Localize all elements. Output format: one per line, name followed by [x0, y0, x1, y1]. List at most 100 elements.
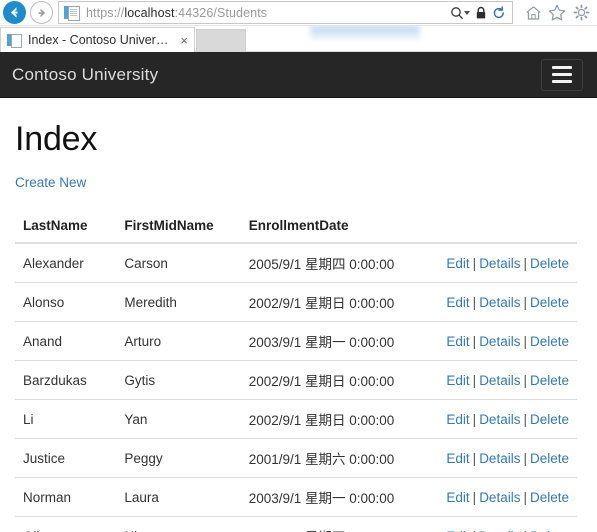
delete-link[interactable]: Delete [530, 490, 569, 505]
url-scheme: https:// [86, 5, 125, 20]
cell-actions: Edit|Details|Delete [438, 399, 577, 439]
delete-link[interactable]: Delete [530, 256, 569, 271]
delete-link[interactable]: Delete [530, 295, 569, 310]
column-header-firstmidname[interactable]: FirstMidName [116, 212, 241, 244]
cell-last: Olivetto [15, 516, 117, 532]
hamburger-icon-bar [552, 66, 572, 69]
cell-date: 2002/9/1 星期日 0:00:00 [240, 399, 439, 439]
edit-link[interactable]: Edit [446, 529, 469, 532]
details-link[interactable]: Details [479, 373, 520, 388]
cell-last: Alexander [15, 243, 117, 283]
tab-strip: Index - Contoso University × [0, 26, 597, 52]
cell-date: 2003/9/1 星期一 0:00:00 [240, 321, 439, 361]
hamburger-icon-bar [552, 73, 572, 76]
favorites-button[interactable] [545, 2, 569, 24]
edit-link[interactable]: Edit [446, 490, 469, 505]
details-link[interactable]: Details [479, 529, 520, 532]
url-path: :44326/Students [174, 5, 268, 20]
details-link[interactable]: Details [479, 412, 520, 427]
details-link[interactable]: Details [479, 334, 520, 349]
refresh-icon [493, 5, 504, 18]
action-separator: | [520, 529, 530, 532]
home-icon [525, 5, 541, 20]
security-lock-button[interactable] [472, 3, 490, 22]
lock-icon [476, 6, 486, 18]
browser-window: https://localhost:44326/Students Index -… [0, 0, 597, 532]
action-separator: | [523, 255, 527, 271]
site-navbar: Contoso University [0, 52, 597, 98]
delete-link[interactable]: Delete [530, 451, 569, 466]
cell-first: Nino [116, 516, 241, 532]
back-button[interactable] [3, 1, 26, 24]
action-separator: | [472, 294, 477, 310]
delete-link[interactable]: Delete [530, 334, 569, 349]
column-header-lastname[interactable]: LastName [15, 212, 117, 244]
edit-link[interactable]: Edit [446, 451, 469, 466]
action-separator: | [523, 489, 527, 505]
home-button[interactable] [521, 2, 545, 24]
gear-icon [572, 4, 590, 21]
delete-link[interactable]: Delete [530, 412, 569, 427]
browser-toolbar: https://localhost:44326/Students [0, 0, 597, 26]
delete-link[interactable]: Delete [530, 373, 569, 388]
star-icon [548, 4, 566, 21]
cell-last: Norman [15, 477, 117, 517]
navbar-menu-toggle[interactable] [541, 58, 583, 91]
delete-link[interactable]: Delete [530, 529, 569, 532]
table-header: LastName FirstMidName EnrollmentDate [15, 212, 577, 244]
cell-actions: Edit|Details|Delete [438, 360, 577, 400]
page-container: Index Create New LastName FirstMidName E… [0, 120, 597, 532]
action-separator: | [523, 372, 527, 388]
action-separator: | [523, 411, 527, 427]
details-link[interactable]: Details [479, 256, 520, 271]
address-bar[interactable]: https://localhost:44326/Students [58, 1, 513, 24]
table-header-row: LastName FirstMidName EnrollmentDate [15, 212, 577, 244]
table-body: Alexander Carson 2005/9/1 星期四 0:00:00 Edit |… [15, 243, 577, 532]
edit-link[interactable]: Edit [446, 256, 469, 271]
tab-title: Index - Contoso University [28, 33, 174, 47]
hamburger-icon-bar [552, 80, 572, 83]
table-row: Li Yan 2002/9/1 星期日 0:00:00 Edit | Details | De… [15, 399, 577, 439]
table-row: OlivettoNino2005/9/1 星期四 0:00:00 Edit |Det… [15, 516, 577, 532]
forward-button[interactable] [30, 1, 53, 24]
cell-first: Yan [116, 399, 241, 439]
cell-date: 2001/9/1 星期六 0:00:00 [240, 438, 439, 478]
cell-actions: Edit|Details|Delete [438, 282, 577, 322]
cell-first: Gytis [116, 360, 241, 400]
navbar-brand[interactable]: Contoso University [12, 65, 158, 85]
action-separator: | [523, 294, 527, 310]
settings-button[interactable] [569, 2, 593, 24]
edit-link[interactable]: Edit [446, 295, 469, 310]
cell-date: 2005/9/1 星期四 0:00:00 [240, 243, 439, 283]
address-bar-text: https://localhost:44326/Students [86, 6, 267, 20]
refresh-button[interactable] [490, 3, 508, 22]
table-row: Justice Peggy 2001/9/1 星期六 0:00:00 Edit | Det… [15, 438, 577, 478]
details-link[interactable]: Details [479, 490, 520, 505]
action-separator: | [472, 411, 477, 427]
edit-link[interactable]: Edit [446, 373, 469, 388]
cell-last: Barzdukas [15, 360, 117, 400]
cell-first: Arturo [116, 321, 241, 361]
cell-first: Laura [116, 477, 241, 517]
new-tab-button[interactable] [196, 29, 246, 52]
details-link[interactable]: Details [479, 451, 520, 466]
create-new-link[interactable]: Create New [15, 175, 86, 190]
browser-tab-active[interactable]: Index - Contoso University × [0, 27, 195, 52]
action-separator: | [472, 255, 477, 271]
cell-last: Alonso [15, 282, 117, 322]
chevron-down-icon[interactable] [464, 10, 470, 15]
column-header-enrollmentdate[interactable]: EnrollmentDate [240, 212, 439, 244]
cell-actions: Edit|Details|Delete [438, 477, 577, 517]
tab-close-icon[interactable]: × [178, 34, 190, 47]
cell-actions: Edit|Details|Delete [438, 243, 577, 283]
details-link[interactable]: Details [479, 295, 520, 310]
table-row: Anand Arturo 2003/9/1 星期一 0:00:00 Edit | Deta… [15, 321, 577, 361]
action-separator: | [523, 333, 527, 349]
edit-link[interactable]: Edit [446, 334, 469, 349]
edit-link[interactable]: Edit [446, 412, 469, 427]
action-separator: | [472, 450, 477, 466]
url-host: localhost [124, 5, 175, 20]
cell-date: 2002/9/1 星期日 0:00:00 [240, 282, 439, 322]
cell-date: 2005/9/1 星期四 0:00:00 [240, 516, 439, 532]
cell-first: Carson [116, 243, 241, 283]
